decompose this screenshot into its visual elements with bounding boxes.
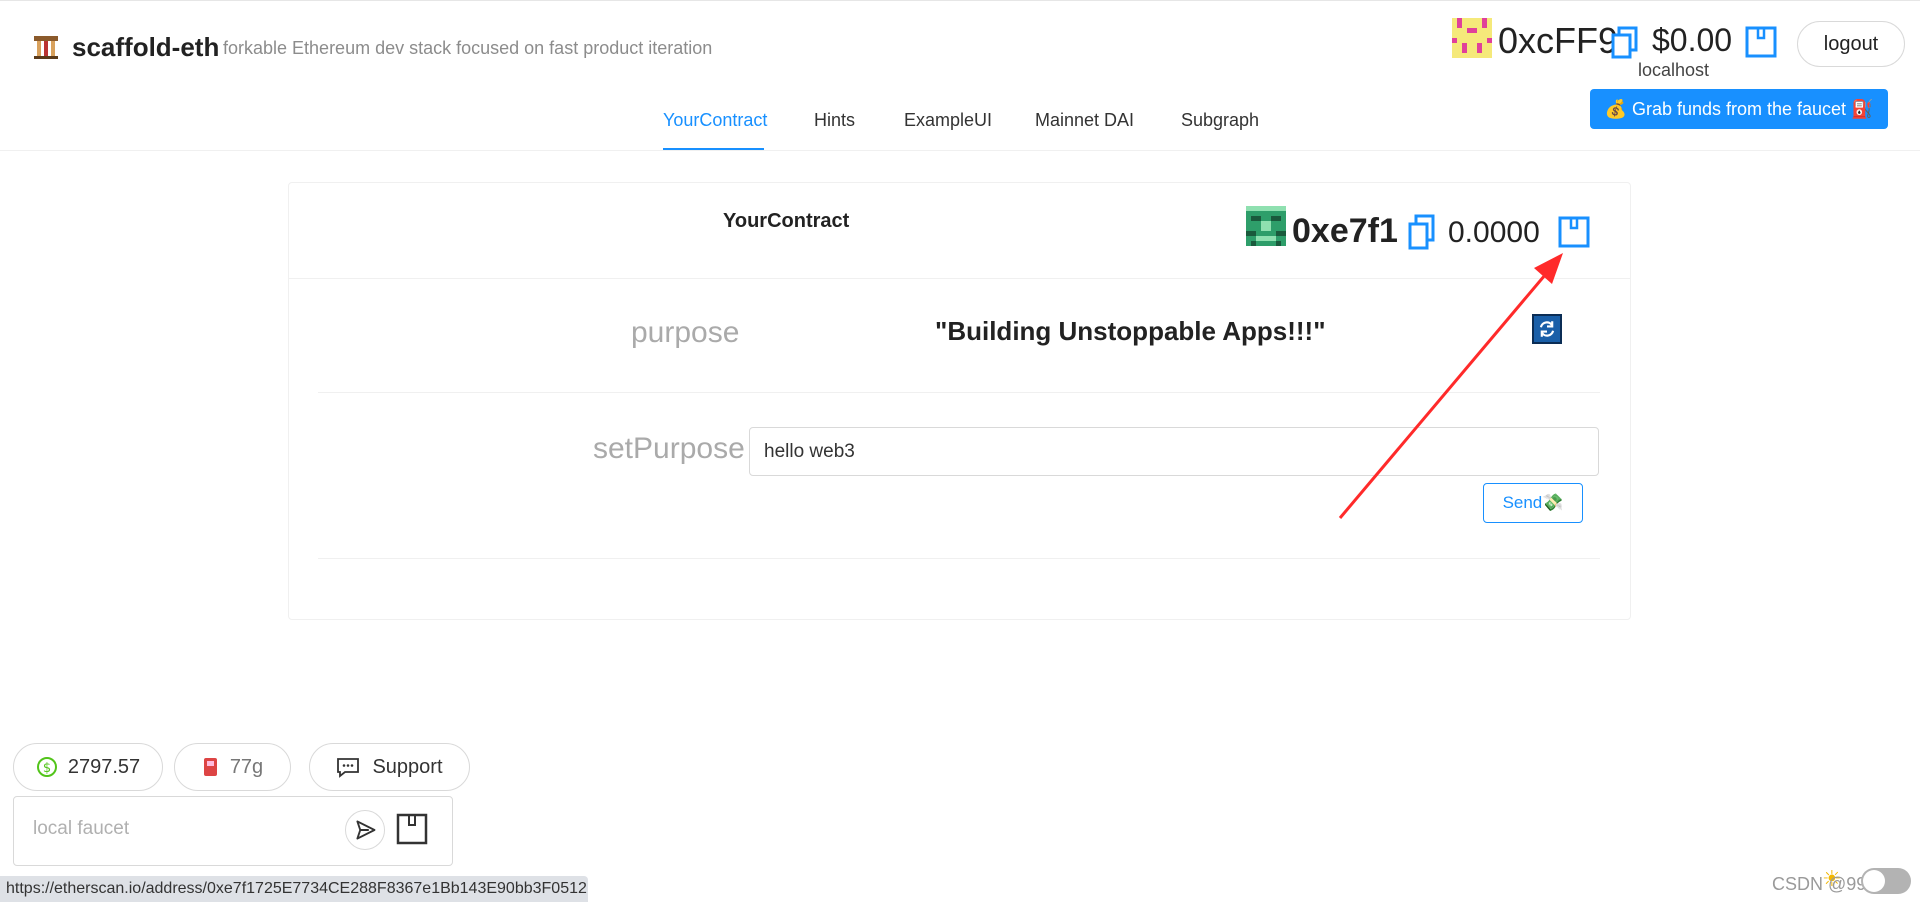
tab-yourcontract[interactable]: YourContract: [663, 110, 767, 131]
copy-icon[interactable]: [1611, 26, 1639, 60]
contract-balance: 0.0000: [1448, 216, 1540, 249]
contract-blockie-avatar: [1246, 206, 1286, 246]
building-icon: [34, 36, 58, 59]
account-balance: $0.00: [1652, 22, 1733, 58]
support-label: Support: [372, 755, 443, 778]
tab-exampleui[interactable]: ExampleUI: [904, 110, 992, 131]
app-title[interactable]: scaffold-eth: [72, 32, 219, 63]
nav-tabs: YourContract Hints ExampleUI Mainnet DAI…: [0, 100, 1920, 152]
card-title: YourContract: [723, 210, 850, 232]
gas-value: 77g: [229, 755, 264, 778]
dollar-icon: $: [36, 757, 57, 777]
logout-button[interactable]: logout: [1797, 21, 1905, 67]
wallet-icon[interactable]: [396, 813, 428, 845]
account-blockie-avatar: [1452, 18, 1492, 58]
fuel-pump-icon: [203, 758, 217, 776]
wallet-icon[interactable]: [1558, 216, 1590, 248]
setpurpose-input[interactable]: hello web3: [749, 427, 1599, 476]
row-divider: [318, 392, 1600, 393]
card-header-divider: [289, 278, 1630, 279]
app-subtitle: forkable Ethereum dev stack focused on f…: [223, 38, 713, 58]
send-button[interactable]: Send💸: [1483, 483, 1583, 523]
wallet-icon[interactable]: [1745, 26, 1777, 58]
eth-price-value: 2797.57: [67, 755, 141, 778]
svg-text:$: $: [43, 761, 51, 776]
contract-address[interactable]: 0xe7f1: [1292, 212, 1398, 251]
top-border: [0, 0, 1920, 1]
support-button[interactable]: Support: [309, 743, 470, 791]
purpose-label: purpose: [631, 316, 740, 349]
setpurpose-label: setPurpose: [593, 432, 745, 465]
faucet-address-input[interactable]: local faucet: [33, 818, 129, 840]
nav-divider: [0, 150, 1920, 151]
tab-mainnet-dai[interactable]: Mainnet DAI: [1035, 110, 1134, 131]
chat-icon: [337, 758, 360, 778]
account-address[interactable]: 0xcFF9: [1498, 20, 1618, 62]
gas-price-pill[interactable]: 77g: [174, 743, 291, 791]
browser-status-url: https://etherscan.io/address/0xe7f1725E7…: [0, 876, 588, 902]
send-icon[interactable]: [345, 810, 385, 850]
theme-toggle-knob: [1863, 870, 1885, 892]
network-label: localhost: [1638, 60, 1710, 80]
tab-subgraph[interactable]: Subgraph: [1181, 110, 1259, 131]
eth-price-pill[interactable]: $ 2797.57: [13, 743, 163, 791]
tab-hints[interactable]: Hints: [814, 110, 855, 131]
copy-icon[interactable]: [1408, 214, 1436, 250]
refresh-icon[interactable]: [1532, 314, 1562, 344]
row-divider: [318, 558, 1600, 559]
purpose-value: "Building Unstoppable Apps!!!": [935, 316, 1326, 346]
